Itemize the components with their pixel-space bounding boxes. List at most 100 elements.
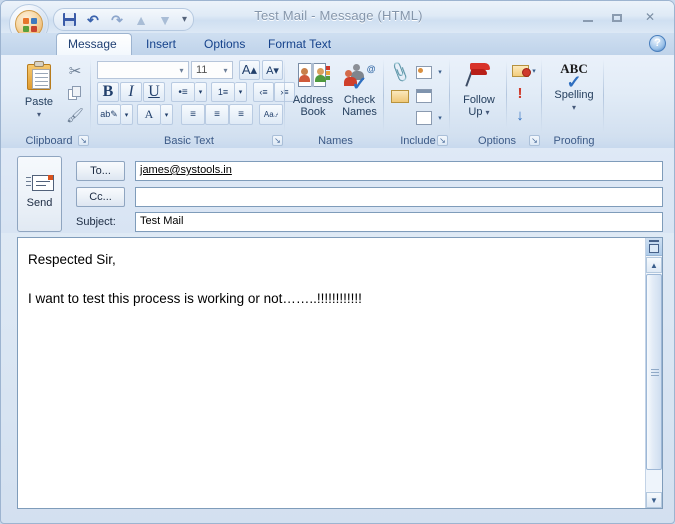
signature-dropdown[interactable]: ▾ <box>434 107 446 129</box>
send-button[interactable]: Send <box>17 156 62 232</box>
minimize-icon <box>583 19 593 22</box>
down-arrow-icon: ▼ <box>158 11 172 28</box>
flag-icon <box>454 63 504 92</box>
chevron-down-icon: ▾ <box>164 111 169 119</box>
ribbon-group-options: Follow Up ▾ ▾ ! ↓ Options ↘ <box>452 55 542 148</box>
underline-icon: U <box>148 83 160 100</box>
cc-input[interactable] <box>135 187 663 207</box>
basic-text-dialog-launcher[interactable]: ↘ <box>272 135 283 146</box>
undo-button[interactable]: ↶ <box>84 11 102 28</box>
scissors-icon: ✂ <box>68 63 82 80</box>
underline-button[interactable]: U <box>143 82 165 102</box>
scroll-down-button[interactable]: ▼ <box>646 492 662 508</box>
numbering-button[interactable]: 1≡ <box>211 82 235 102</box>
message-body-pane[interactable]: Respected Sir, I want to test this proce… <box>17 237 663 509</box>
tab-options[interactable]: Options <box>193 33 256 55</box>
follow-up-button[interactable]: Follow Up ▾ <box>454 63 504 119</box>
permission-button[interactable] <box>510 61 531 81</box>
options-dialog-launcher[interactable]: ↘ <box>529 135 540 146</box>
permission-dropdown[interactable]: ▾ <box>528 61 540 81</box>
question-mark-icon: ? <box>654 37 661 49</box>
spelling-button[interactable]: ABC ✓ Spelling ▾ <box>548 61 600 113</box>
address-book-label-1: Address <box>292 94 334 106</box>
split-pane-button[interactable] <box>646 238 662 256</box>
outlook-message-window: Test Mail - Message (HTML) ✕ ↶ ↷ ▲ ▼ ▾ M… <box>0 0 675 524</box>
clipboard-dialog-launcher[interactable]: ↘ <box>78 135 89 146</box>
attach-item-button[interactable] <box>389 85 411 107</box>
check-names-button[interactable]: @ ✓ Check Names <box>337 63 382 118</box>
to-button[interactable]: To... <box>76 161 125 181</box>
scrollbar-track[interactable] <box>646 274 662 491</box>
body-paragraph-1: Respected Sir, <box>28 252 116 267</box>
save-icon <box>62 13 76 26</box>
previous-item-button[interactable]: ▲ <box>132 11 150 28</box>
bold-button[interactable]: B <box>97 82 119 102</box>
bold-icon: B <box>102 83 114 100</box>
close-button[interactable]: ✕ <box>636 7 664 28</box>
minimize-button[interactable] <box>574 7 602 28</box>
message-body-text[interactable]: Respected Sir, I want to test this proce… <box>28 250 632 328</box>
tab-format-text[interactable]: Format Text <box>257 33 342 55</box>
paste-button[interactable]: Paste ▾ <box>15 61 63 120</box>
maximize-button[interactable] <box>603 7 631 28</box>
attach-file-button[interactable]: 📎 <box>388 61 411 83</box>
exclamation-icon: ! <box>517 84 523 102</box>
next-item-button[interactable]: ▼ <box>156 11 174 28</box>
cc-button[interactable]: Cc... <box>76 187 125 207</box>
copy-button[interactable] <box>65 83 85 103</box>
highlight-color-dropdown[interactable]: ▾ <box>121 104 133 125</box>
font-color-button[interactable]: A <box>137 104 161 125</box>
group-label-proofing: Proofing <box>553 135 595 147</box>
low-importance-button[interactable]: ↓ <box>510 105 530 125</box>
format-painter-button[interactable]: 🖌 <box>65 105 85 125</box>
business-card-button[interactable] <box>413 61 435 83</box>
group-label-basic-text: Basic Text <box>164 135 214 147</box>
bullets-button[interactable]: •≡ <box>171 82 195 102</box>
clear-formatting-icon: Aa⍻ <box>263 109 279 119</box>
subject-input[interactable]: Test Mail <box>135 212 663 232</box>
address-book-icon <box>289 63 337 92</box>
clear-formatting-button[interactable]: Aa⍻ <box>259 104 283 125</box>
scroll-up-button[interactable]: ▲ <box>646 257 662 273</box>
customize-qat-button[interactable]: ▾ <box>182 14 187 25</box>
ribbon-group-include: 📎 ▾ ▾ Include ↘ <box>386 55 450 148</box>
redo-button[interactable]: ↷ <box>108 11 126 28</box>
address-book-button[interactable]: Address Book <box>289 63 337 118</box>
follow-up-label-1: Follow <box>463 94 495 106</box>
font-color-dropdown[interactable]: ▾ <box>161 104 173 125</box>
to-input[interactable]: james@systools.in <box>135 161 663 181</box>
numbering-dropdown[interactable]: ▾ <box>235 82 247 102</box>
chevron-down-icon: ▾ <box>36 110 41 119</box>
align-center-button[interactable]: ≡ <box>205 104 229 125</box>
highlight-color-button[interactable]: ab✎ <box>97 104 121 125</box>
font-size-input[interactable]: 11 ▾ <box>191 61 233 79</box>
cut-button[interactable]: ✂ <box>65 61 85 81</box>
include-dialog-launcher[interactable]: ↘ <box>437 135 448 146</box>
to-recipient: james@systools.in <box>140 164 232 176</box>
tab-message[interactable]: Message <box>56 33 132 55</box>
decrease-indent-button[interactable]: ‹≡ <box>253 82 274 102</box>
send-envelope-icon <box>25 175 54 193</box>
italic-button[interactable]: I <box>120 82 142 102</box>
chevron-down-icon: ▾ <box>198 89 203 96</box>
align-right-icon: ≡ <box>238 109 244 120</box>
signature-button[interactable] <box>413 107 435 129</box>
save-button[interactable] <box>60 11 78 28</box>
tab-insert[interactable]: Insert <box>135 33 187 55</box>
scrollbar-thumb[interactable] <box>646 274 662 470</box>
help-button[interactable]: ? <box>649 35 666 52</box>
align-right-button[interactable]: ≡ <box>229 104 253 125</box>
grow-font-button[interactable]: A▴ <box>239 60 260 80</box>
dialog-launcher-icon: ↘ <box>80 136 87 145</box>
ribbon-group-clipboard: Paste ▾ ✂ 🖌 Clipboard ↘ <box>7 55 91 148</box>
shrink-font-button[interactable]: A▾ <box>262 60 283 80</box>
body-vertical-scrollbar[interactable]: ▲ ▼ <box>645 238 662 508</box>
calendar-button[interactable] <box>413 85 435 107</box>
align-left-button[interactable]: ≡ <box>181 104 205 125</box>
chevron-down-icon: ▾ <box>124 111 129 119</box>
ribbon-group-basic-text: ▾ 11 ▾ A▴ A▾ B I U •≡ ▾ 1≡ ▾ ‹≡ ›≡ ab✎ ▾… <box>93 55 295 148</box>
bullets-dropdown[interactable]: ▾ <box>195 82 207 102</box>
font-name-input[interactable]: ▾ <box>97 61 189 79</box>
high-importance-button[interactable]: ! <box>510 83 530 103</box>
business-card-dropdown[interactable]: ▾ <box>434 61 446 83</box>
